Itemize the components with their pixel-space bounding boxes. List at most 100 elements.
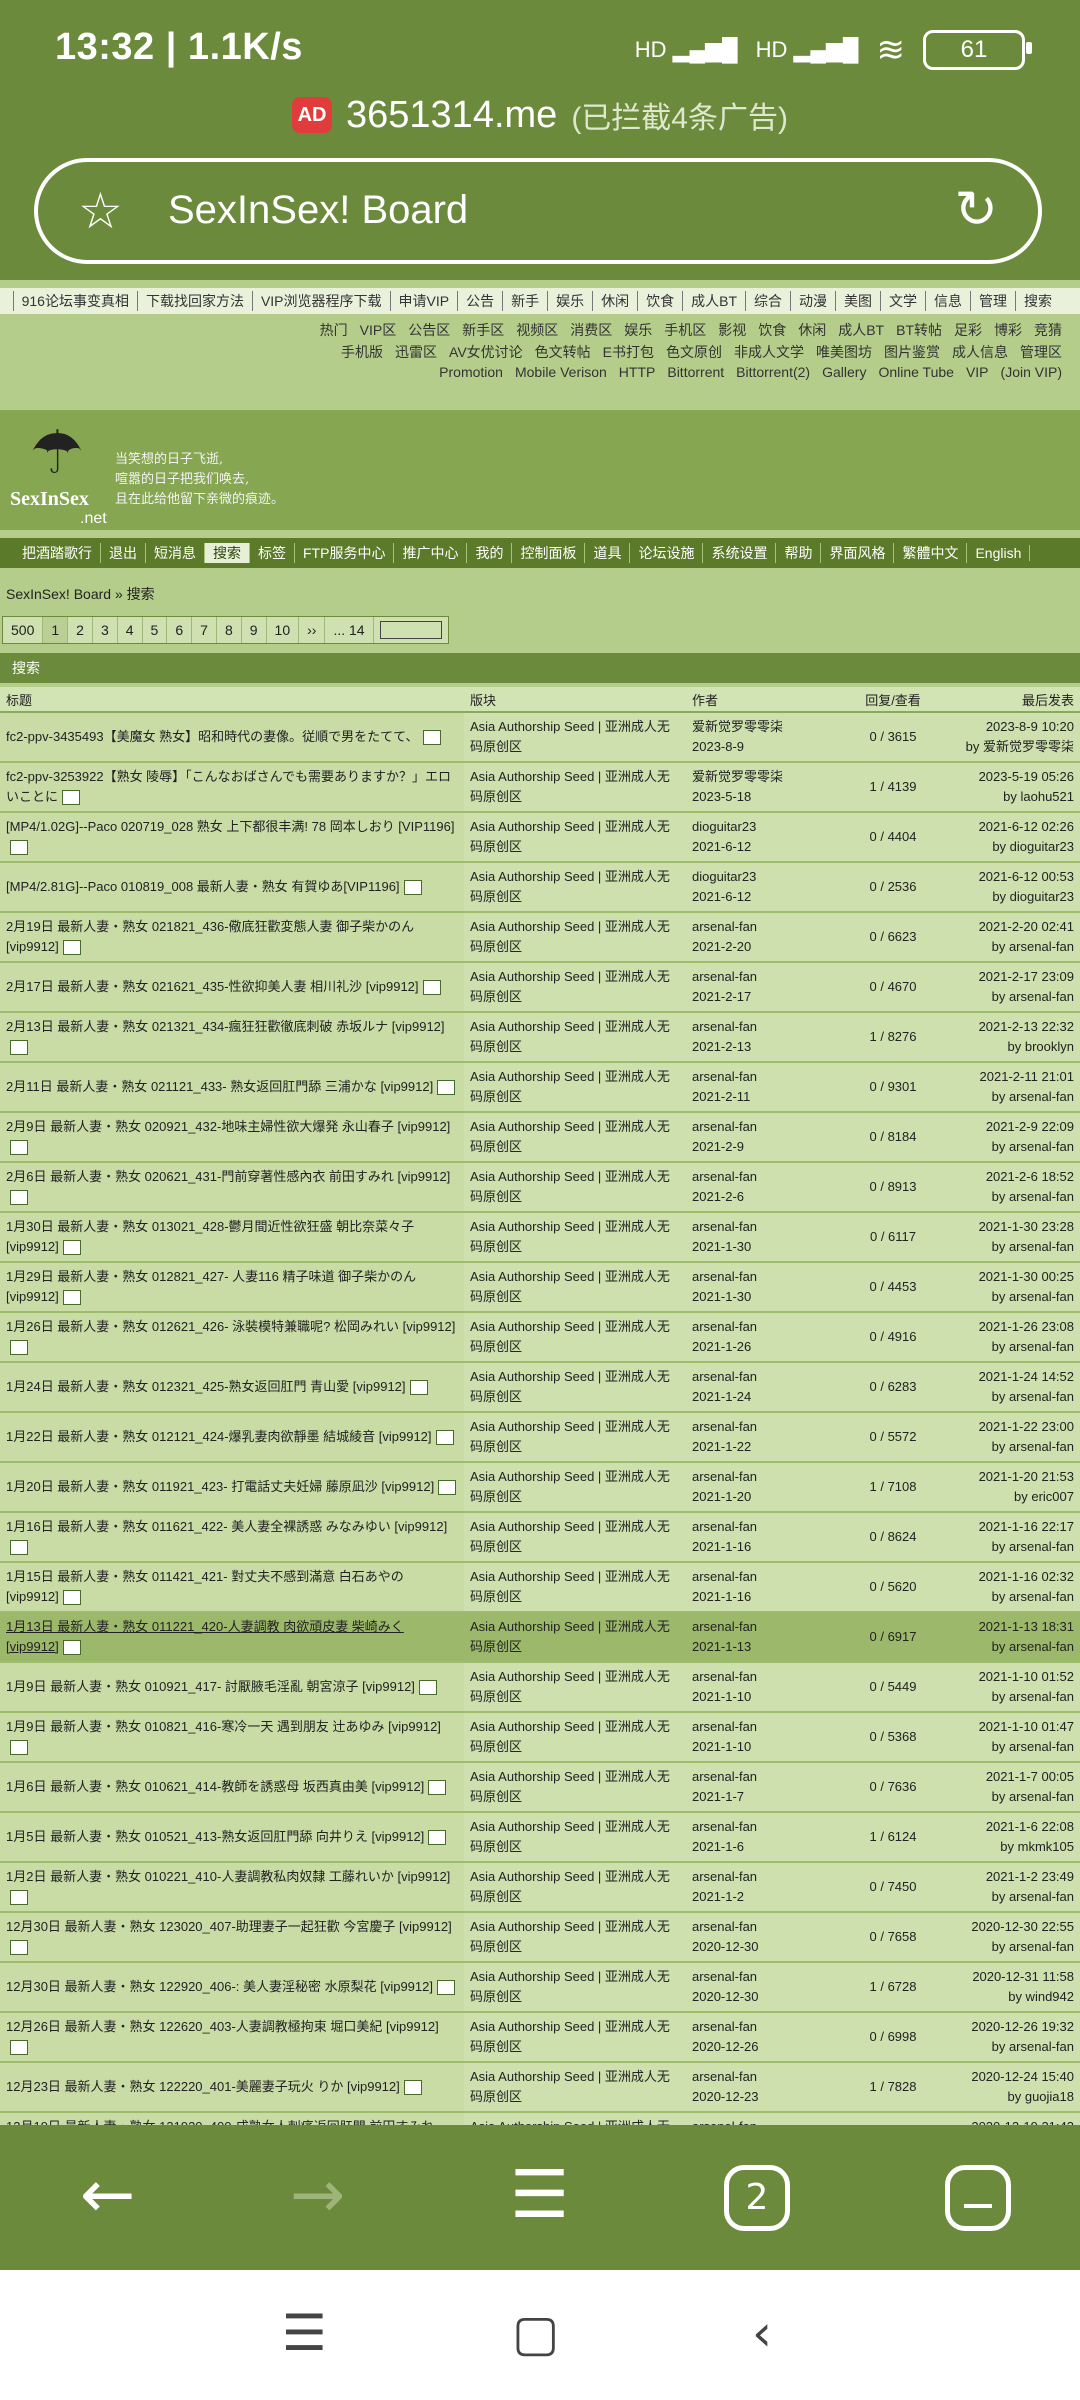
sub-nav-link[interactable]: 娱乐 [624,322,652,338]
thread-forum[interactable]: Asia Authorship Seed | 亚洲成人无码原创区 [464,1312,686,1363]
author-name[interactable]: arsenal-fan [692,2117,840,2125]
last-post-by[interactable]: by laohu521 [946,787,1074,807]
new-window-icon[interactable] [10,2040,28,2056]
page-link[interactable]: 9 [242,617,267,643]
author-name[interactable]: arsenal-fan [692,1367,840,1387]
thread-title[interactable]: 1月9日 最新人妻・熟女 010821_416-寒冷一天 遇到朋友 辻あゆみ [… [6,1719,441,1734]
last-post-time[interactable]: 2020-12-19 21:43 [946,2117,1074,2125]
author-name[interactable]: arsenal-fan [692,1167,840,1187]
last-post-by[interactable]: by arsenal-fan [946,1637,1074,1657]
thread-topic[interactable]: 1月20日 最新人妻・熟女 011921_423- 打電話丈夫妊婦 藤原凪沙 [… [0,1462,464,1513]
sub-nav-link[interactable]: 手机区 [664,322,706,338]
last-post-by[interactable]: by arsenal-fan [946,2037,1074,2057]
new-window-icon[interactable] [438,1480,457,1496]
thread-forum[interactable]: Asia Authorship Seed | 亚洲成人无码原创区 [464,1812,686,1863]
author-name[interactable]: arsenal-fan [692,1317,840,1337]
author-name[interactable]: arsenal-fan [692,1767,840,1787]
thread-forum[interactable]: Asia Authorship Seed | 亚洲成人无码原创区 [464,1612,686,1663]
new-window-icon[interactable] [418,1680,437,1696]
thread-forum[interactable]: Asia Authorship Seed | 亚洲成人无码原创区 [464,2112,686,2125]
page-link[interactable]: 6 [167,617,193,643]
menu-item[interactable]: 繁體中文 [894,543,968,563]
thread-forum[interactable]: Asia Authorship Seed | 亚洲成人无码原创区 [464,1912,686,1963]
thread-title[interactable]: [MP4/2.81G]--Paco 010819_008 最新人妻・熟女 有賀ゆ… [6,879,400,894]
top-nav-link[interactable]: 娱乐 [547,291,592,311]
last-post-time[interactable]: 2021-1-30 00:25 [946,1267,1074,1287]
top-nav-link[interactable]: 916论坛事变真相 [12,291,137,311]
menu-item[interactable]: 推广中心 [394,543,468,563]
last-post-by[interactable]: by dioguitar23 [946,837,1074,857]
author-name[interactable]: 爱新觉罗零零柒 [692,717,840,737]
author-name[interactable]: arsenal-fan [692,1817,840,1837]
author-name[interactable]: arsenal-fan [692,1717,840,1737]
sub-nav-link[interactable]: VIP [966,364,989,380]
sub-nav-link[interactable]: 手机版 [341,344,383,360]
sub-nav-link[interactable]: 色文原创 [666,344,722,360]
thread-title[interactable]: 2月6日 最新人妻・熟女 020621_431-門前穿著性感內衣 前田すみれ [… [6,1169,450,1184]
table-row[interactable]: 1月16日 最新人妻・熟女 011621_422- 美人妻全裸誘惑 みなみゆい … [0,1512,1080,1563]
last-post-by[interactable]: by brooklyn [946,1037,1074,1057]
new-window-icon[interactable] [62,1240,81,1256]
author-name[interactable]: arsenal-fan [692,1067,840,1087]
sub-nav-link[interactable]: 足彩 [954,322,982,338]
last-post-time[interactable]: 2021-2-11 21:01 [946,1067,1074,1087]
last-post-time[interactable]: 2021-1-16 02:32 [946,1567,1074,1587]
sub-nav-link[interactable]: Gallery [822,364,866,380]
top-nav-link[interactable]: 新手 [502,291,547,311]
author-name[interactable]: arsenal-fan [692,1017,840,1037]
table-row[interactable]: 1月6日 最新人妻・熟女 010621_414-教師を誘惑母 坂西真由美 [vi… [0,1762,1080,1813]
new-window-icon[interactable] [409,1380,428,1396]
sub-nav-link[interactable]: Bittorrent [667,364,724,380]
author-name[interactable]: arsenal-fan [692,1517,840,1537]
table-row[interactable]: 2月13日 最新人妻・熟女 021321_434-瘋狂狂歡徹底刺破 赤坂ルナ [… [0,1012,1080,1063]
last-post-time[interactable]: 2021-1-20 21:53 [946,1467,1074,1487]
thread-title[interactable]: 1月24日 最新人妻・熟女 012321_425-熟女返回肛門 青山愛 [vip… [6,1379,406,1394]
author-name[interactable]: arsenal-fan [692,1217,840,1237]
menu-item[interactable]: 把酒踏歌行 [14,543,101,563]
top-nav-link[interactable]: VIP浏览器程序下载 [251,291,390,311]
menu-item[interactable]: 搜索 [205,543,250,563]
new-window-icon[interactable] [10,1890,28,1906]
table-row[interactable]: 1月22日 最新人妻・熟女 012121_424-爆乳妻肉欲靜墨 結城綾音 [v… [0,1412,1080,1463]
new-window-icon[interactable] [10,1940,28,1956]
menu-item[interactable]: 帮助 [776,543,822,563]
author-name[interactable]: arsenal-fan [692,1667,840,1687]
new-window-icon[interactable] [403,2080,422,2096]
thread-title[interactable]: 1月22日 最新人妻・熟女 012121_424-爆乳妻肉欲靜墨 結城綾音 [v… [6,1429,432,1444]
author-name[interactable]: arsenal-fan [692,2067,840,2087]
sub-nav-link[interactable]: (Join VIP) [1001,364,1062,380]
thread-topic[interactable]: 12月30日 最新人妻・熟女 122920_406-: 美人妻淫秘密 水原梨花 … [0,1962,464,2013]
author-name[interactable]: arsenal-fan [692,1267,840,1287]
new-window-icon[interactable] [403,880,422,896]
last-post-time[interactable]: 2021-1-7 00:05 [946,1767,1074,1787]
home-icon[interactable] [945,2165,1011,2231]
reload-icon[interactable]: ↻ [954,184,998,236]
thread-forum[interactable]: Asia Authorship Seed | 亚洲成人无码原创区 [464,1762,686,1813]
last-post-by[interactable]: by eric007 [946,1487,1074,1507]
top-nav-link[interactable]: 下载找回家方法 [136,291,252,311]
last-post-by[interactable]: by wind942 [946,1987,1074,2007]
table-row[interactable]: 1月29日 最新人妻・熟女 012821_427- 人妻116 精子味道 御子柴… [0,1262,1080,1313]
thread-topic[interactable]: 12月19日 最新人妻・熟女 121920_400-成熟女人刺痛返回肛門 前田す… [0,2112,464,2125]
sub-nav-link[interactable]: 饮食 [758,322,786,338]
thread-title[interactable]: 1月5日 最新人妻・熟女 010521_413-熟女返回肛門舔 向井りえ [vi… [6,1829,424,1844]
top-nav-link[interactable]: 管理 [970,291,1015,311]
home-square-icon[interactable]: ▢ [512,2308,559,2358]
back-icon[interactable]: ← [80,2160,135,2230]
page-link[interactable]: ›› [299,617,326,643]
page-title[interactable]: SexInSex! Board [168,188,468,233]
top-nav-link[interactable]: 综合 [745,291,790,311]
page-jump-input[interactable] [379,621,442,639]
menu-item[interactable]: English [967,545,1031,561]
page-link[interactable]: 5 [143,617,168,643]
menu-item[interactable]: 系统设置 [703,543,777,563]
recents-icon[interactable]: ☰ [282,2308,327,2358]
sub-nav-link[interactable]: 管理区 [1020,344,1062,360]
last-post-time[interactable]: 2020-12-24 15:40 [946,2067,1074,2087]
sub-nav-link[interactable]: 公告区 [408,322,450,338]
last-post-by[interactable]: by arsenal-fan [946,987,1074,1007]
thread-title[interactable]: 12月23日 最新人妻・熟女 122220_401-美麗妻子玩火 りか [vip… [6,2079,400,2094]
sub-nav-link[interactable]: Promotion [439,364,503,380]
author-name[interactable]: arsenal-fan [692,1117,840,1137]
new-window-icon[interactable] [62,940,81,956]
